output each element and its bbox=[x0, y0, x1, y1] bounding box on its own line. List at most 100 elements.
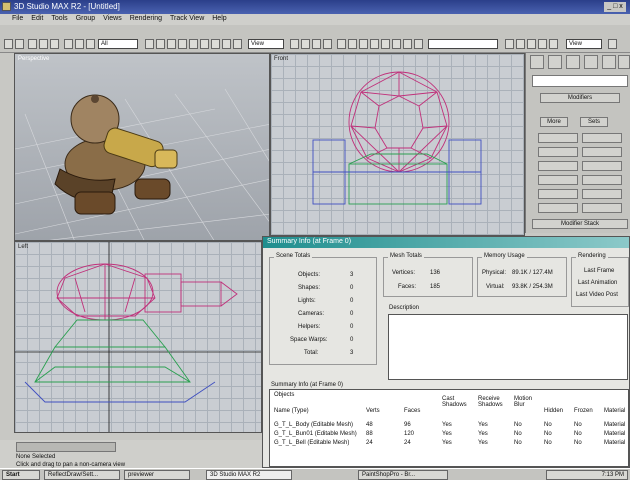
modifier-slot-6[interactable] bbox=[582, 161, 622, 171]
modify-tab-icon[interactable] bbox=[548, 55, 562, 69]
object-name-field[interactable] bbox=[532, 75, 628, 87]
physical-value: 89.1K / 127.4M bbox=[512, 270, 553, 276]
description-textarea[interactable] bbox=[388, 314, 628, 380]
row-material: Material bbox=[604, 440, 626, 446]
scale-button[interactable] bbox=[178, 39, 187, 49]
modifier-slot-12[interactable] bbox=[582, 203, 622, 213]
constrain-z-button[interactable] bbox=[312, 39, 321, 49]
mirror-button[interactable] bbox=[222, 39, 231, 49]
row-name: G_T_L_Bun01 (Editable Mesh) bbox=[274, 431, 357, 437]
task-previewer[interactable]: previewer bbox=[124, 470, 190, 480]
place-highlight-button[interactable] bbox=[381, 39, 390, 49]
select-button[interactable] bbox=[64, 39, 73, 49]
align-camera-button[interactable] bbox=[392, 39, 401, 49]
taskbar: Start ReflectDraw/Sett... previewer 3D S… bbox=[0, 468, 630, 480]
spacing-button[interactable] bbox=[359, 39, 368, 49]
perspective-label: Perspective bbox=[18, 56, 50, 62]
squash-button[interactable] bbox=[189, 39, 198, 49]
select-link-button[interactable] bbox=[28, 39, 37, 49]
menu-track-view[interactable]: Track View bbox=[170, 15, 204, 24]
motion-tab-icon[interactable] bbox=[584, 55, 598, 69]
start-button[interactable]: Start bbox=[2, 470, 40, 480]
memory-usage-heading: Memory Usage bbox=[482, 253, 527, 259]
menu-file[interactable]: File bbox=[12, 15, 23, 24]
hierarchy-tab-icon[interactable] bbox=[566, 55, 580, 69]
menu-edit[interactable]: Edit bbox=[31, 15, 43, 24]
task-reflectdraw[interactable]: ReflectDraw/Sett... bbox=[44, 470, 120, 480]
more-button[interactable]: More bbox=[540, 117, 568, 127]
modifier-slot-7[interactable] bbox=[538, 175, 578, 185]
window-controls[interactable]: _ □ x bbox=[604, 2, 626, 12]
modifier-slot-5[interactable] bbox=[538, 161, 578, 171]
menu-tools[interactable]: Tools bbox=[51, 15, 67, 24]
left-viewport[interactable]: Left bbox=[14, 241, 262, 433]
sets-button[interactable]: Sets bbox=[580, 117, 608, 127]
time-slider[interactable] bbox=[16, 442, 116, 452]
menu-group[interactable]: Group bbox=[76, 15, 95, 24]
col-motion-blur: Motion Blur bbox=[514, 396, 533, 408]
task-3dsmax[interactable]: 3D Studio MAX R2 bbox=[206, 470, 292, 480]
row-receive: Yes bbox=[478, 422, 488, 428]
coord-system-select[interactable]: View bbox=[248, 39, 284, 49]
render-region-button[interactable] bbox=[549, 39, 558, 49]
align-normals-button[interactable] bbox=[370, 39, 379, 49]
select-by-name-button[interactable] bbox=[145, 39, 154, 49]
vfb-button[interactable] bbox=[608, 39, 617, 49]
render-scene-button[interactable] bbox=[516, 39, 525, 49]
table-row[interactable]: G_T_L_Body (Editable Mesh) 48 96 Yes Yes… bbox=[270, 422, 628, 431]
modifier-slot-4[interactable] bbox=[582, 147, 622, 157]
perspective-viewport[interactable]: Perspective bbox=[14, 53, 270, 241]
menu-views[interactable]: Views bbox=[103, 15, 122, 24]
create-tab-icon[interactable] bbox=[530, 55, 544, 69]
align-button[interactable] bbox=[233, 39, 242, 49]
modifier-slot-11[interactable] bbox=[538, 203, 578, 213]
table-row[interactable]: G_T_L_Bun01 (Editable Mesh) 88 120 Yes Y… bbox=[270, 431, 628, 440]
array-button[interactable] bbox=[337, 39, 346, 49]
front-label: Front bbox=[274, 56, 289, 62]
objects-list[interactable]: Objects Name (Type) Verts Faces Cast Sha… bbox=[269, 389, 629, 467]
front-viewport[interactable]: Front bbox=[270, 53, 525, 236]
transform-center-button[interactable] bbox=[211, 39, 220, 49]
row-blur: No bbox=[514, 440, 522, 446]
redo-button[interactable] bbox=[15, 39, 24, 49]
snapshot-button[interactable] bbox=[348, 39, 357, 49]
display-tab-icon[interactable] bbox=[602, 55, 616, 69]
utilities-tab-icon[interactable] bbox=[618, 55, 630, 69]
material-editor-button[interactable] bbox=[505, 39, 514, 49]
app-icon bbox=[2, 2, 11, 11]
named-selection-field[interactable] bbox=[428, 39, 498, 49]
modifier-slot-3[interactable] bbox=[538, 147, 578, 157]
menu-rendering[interactable]: Rendering bbox=[130, 15, 162, 24]
modifiers-button[interactable]: Modifiers bbox=[540, 93, 620, 103]
constrain-xy-button[interactable] bbox=[323, 39, 332, 49]
undo-button[interactable] bbox=[4, 39, 13, 49]
menu-help[interactable]: Help bbox=[212, 15, 226, 24]
modifier-slot-10[interactable] bbox=[582, 189, 622, 199]
rotate-button[interactable] bbox=[167, 39, 176, 49]
constrain-x-button[interactable] bbox=[290, 39, 299, 49]
pivot-button[interactable] bbox=[200, 39, 209, 49]
row-faces: 96 bbox=[404, 422, 411, 428]
modifier-slot-1[interactable] bbox=[538, 133, 578, 143]
task-paintshop[interactable]: PaintShopPro - Br... bbox=[358, 470, 448, 480]
select-region-button[interactable] bbox=[75, 39, 84, 49]
quick-render-button[interactable] bbox=[527, 39, 536, 49]
modifier-slot-8[interactable] bbox=[582, 175, 622, 185]
space-warps-label: Space Warps: bbox=[290, 337, 328, 343]
filter-button[interactable] bbox=[86, 39, 95, 49]
modifier-slot-2[interactable] bbox=[582, 133, 622, 143]
row-material: Material bbox=[604, 422, 626, 428]
table-row[interactable]: G_T_L_Bell (Editable Mesh) 24 24 Yes Yes… bbox=[270, 440, 628, 449]
unlink-button[interactable] bbox=[39, 39, 48, 49]
align-view-button[interactable] bbox=[403, 39, 412, 49]
move-button[interactable] bbox=[156, 39, 165, 49]
selection-filter-select[interactable]: All bbox=[98, 39, 138, 49]
constrain-y-button[interactable] bbox=[301, 39, 310, 49]
menu-bar: File Edit Tools Group Views Rendering Tr… bbox=[0, 14, 630, 25]
render-type-select[interactable]: View bbox=[566, 39, 602, 49]
render-last-button[interactable] bbox=[538, 39, 547, 49]
modifier-slot-9[interactable] bbox=[538, 189, 578, 199]
modifier-stack-button[interactable]: Modifier Stack bbox=[532, 219, 628, 229]
named-selection-button[interactable] bbox=[414, 39, 423, 49]
bind-button[interactable] bbox=[50, 39, 59, 49]
